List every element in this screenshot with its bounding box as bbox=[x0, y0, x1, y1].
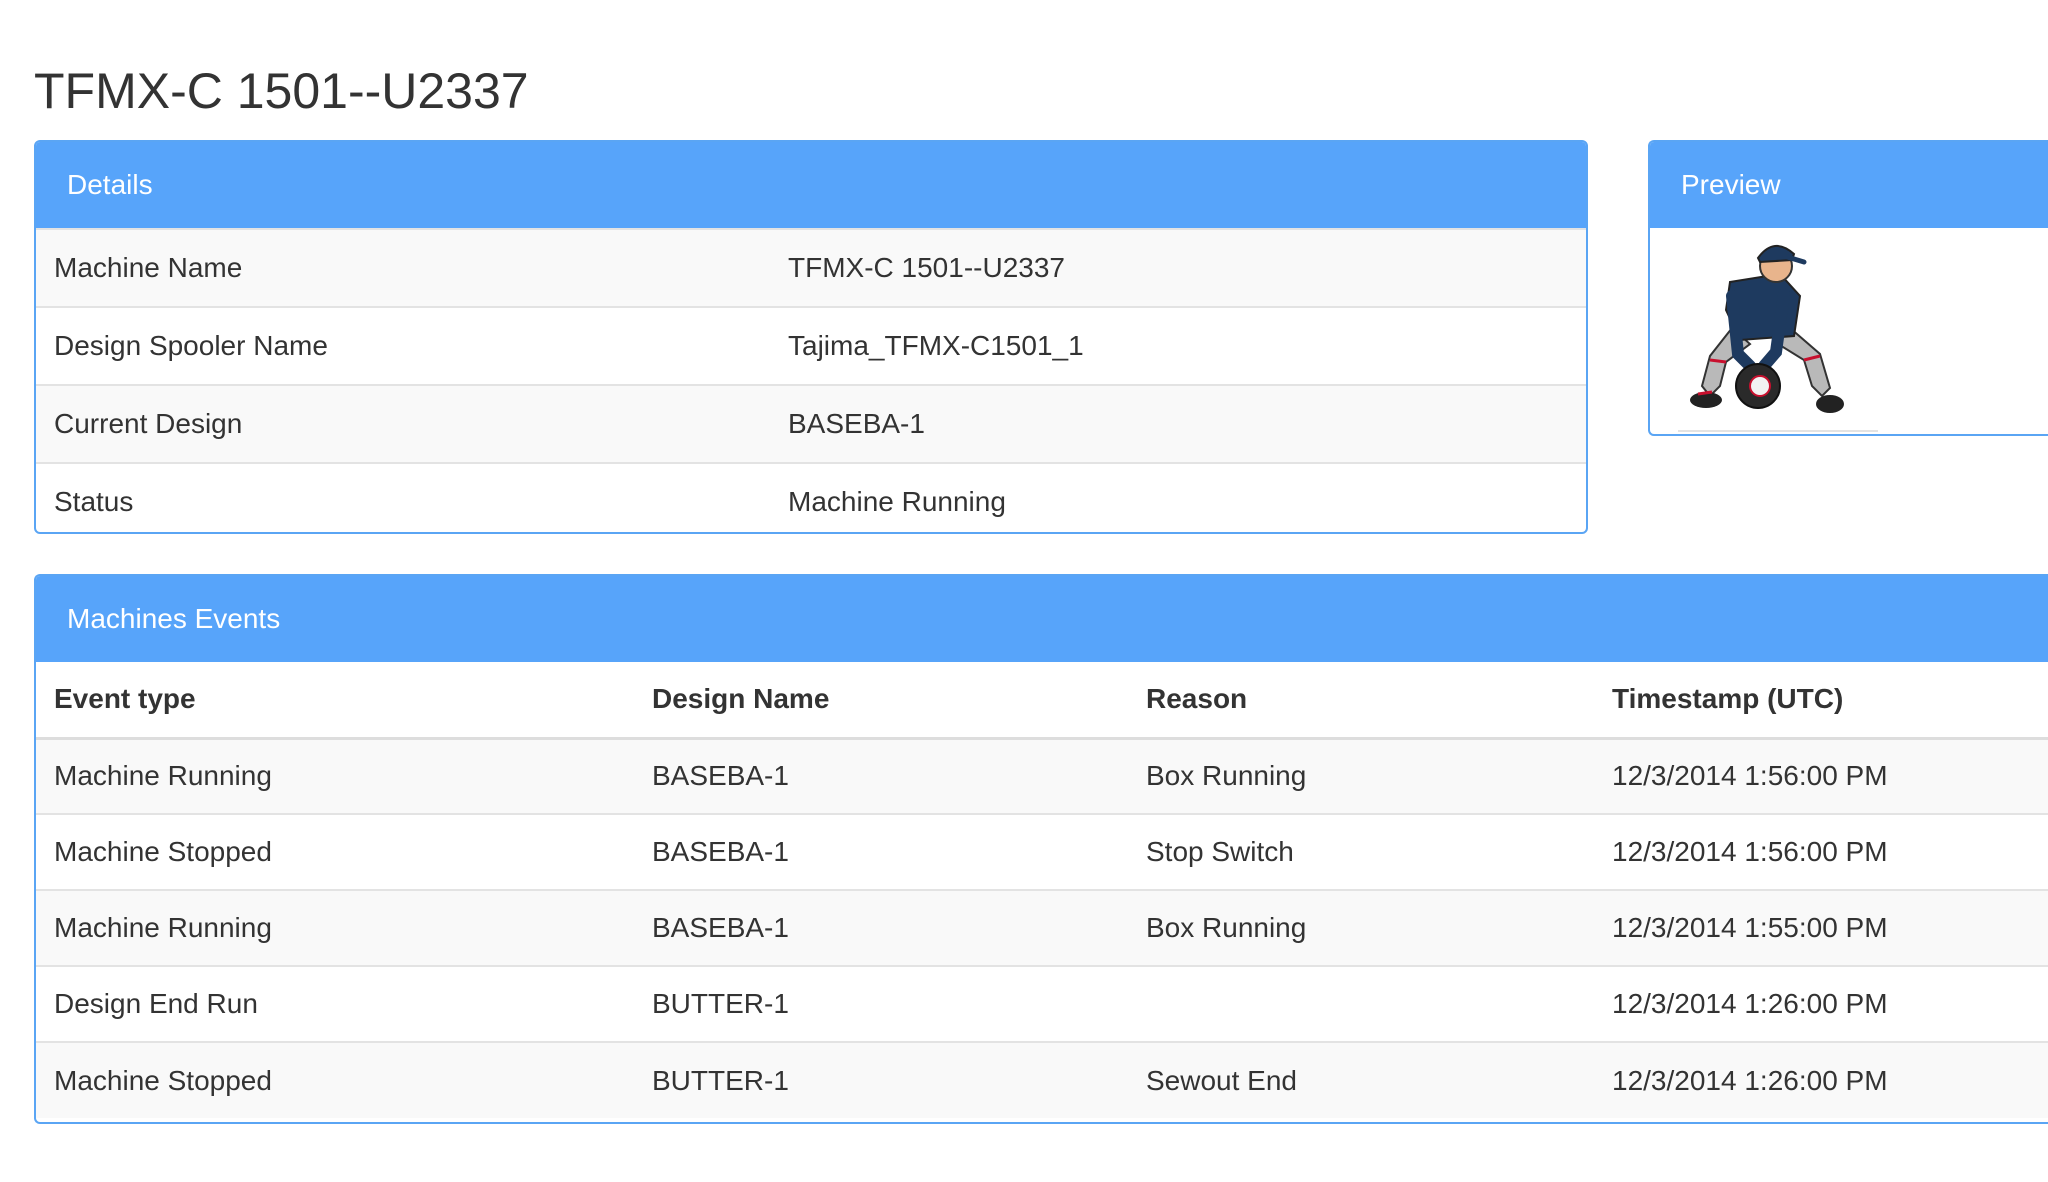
machine-events-panel: Machines Events Event type Design Name R… bbox=[34, 574, 2048, 1124]
table-row: Machine Stopped BUTTER-1 Sewout End 12/3… bbox=[36, 1041, 2048, 1118]
column-header-reason: Reason bbox=[1146, 662, 1612, 740]
event-type-cell: Machine Running bbox=[36, 889, 652, 966]
detail-value: Machine Running bbox=[788, 486, 1006, 517]
design-name-cell: BUTTER-1 bbox=[652, 1041, 1146, 1118]
design-name-cell: BASEBA-1 bbox=[652, 813, 1146, 890]
detail-label: Current Design bbox=[54, 408, 243, 439]
preview-panel: Preview bbox=[1648, 140, 2048, 436]
design-name-cell: BASEBA-1 bbox=[652, 889, 1146, 966]
timestamp-cell: 12/3/2014 1:26:00 PM bbox=[1612, 965, 2048, 1042]
timestamp-cell: 12/3/2014 1:56:00 PM bbox=[1612, 737, 2048, 814]
column-header-timestamp: Timestamp (UTC) bbox=[1612, 662, 2048, 740]
design-preview-image bbox=[1690, 245, 1844, 413]
detail-value: Tajima_TFMX-C1501_1 bbox=[788, 330, 1084, 361]
preview-divider bbox=[1678, 430, 1878, 432]
table-row: Machine Running BASEBA-1 Box Running 12/… bbox=[36, 889, 2048, 966]
detail-row-current-design: Current Design BASEBA-1 bbox=[36, 384, 1586, 462]
events-panel-heading: Machines Events bbox=[36, 576, 2048, 662]
table-row: Machine Running BASEBA-1 Box Running 12/… bbox=[36, 737, 2048, 814]
page-title: TFMX-C 1501--U2337 bbox=[34, 63, 529, 119]
reason-cell: Stop Switch bbox=[1146, 813, 1612, 890]
column-header-event-type: Event type bbox=[36, 662, 652, 740]
preview-panel-heading: Preview bbox=[1650, 142, 2048, 228]
reason-cell: Box Running bbox=[1146, 737, 1612, 814]
timestamp-cell: 12/3/2014 1:55:00 PM bbox=[1612, 889, 2048, 966]
detail-label: Design Spooler Name bbox=[54, 330, 328, 361]
detail-label: Machine Name bbox=[54, 252, 243, 283]
detail-row-machine-name: Machine Name TFMX-C 1501--U2337 bbox=[36, 228, 1586, 306]
table-row: Machine Stopped BASEBA-1 Stop Switch 12/… bbox=[36, 813, 2048, 890]
event-type-cell: Machine Stopped bbox=[36, 1041, 652, 1118]
detail-label: Status bbox=[54, 486, 134, 517]
column-header-design-name: Design Name bbox=[652, 662, 1146, 740]
event-type-cell: Machine Stopped bbox=[36, 813, 652, 890]
timestamp-cell: 12/3/2014 1:56:00 PM bbox=[1612, 813, 2048, 890]
detail-row-status: Status Machine Running bbox=[36, 462, 1586, 532]
event-type-cell: Machine Running bbox=[36, 737, 652, 814]
detail-value: TFMX-C 1501--U2337 bbox=[788, 252, 1065, 283]
table-row: Design End Run BUTTER-1 12/3/2014 1:26:0… bbox=[36, 965, 2048, 1042]
detail-value: BASEBA-1 bbox=[788, 408, 925, 439]
details-panel: Details Machine Name TFMX-C 1501--U2337 … bbox=[34, 140, 1588, 534]
timestamp-cell: 12/3/2014 1:26:00 PM bbox=[1612, 1041, 2048, 1118]
table-header-row: Event type Design Name Reason Timestamp … bbox=[36, 662, 2048, 740]
design-name-cell: BUTTER-1 bbox=[652, 965, 1146, 1042]
events-table: Event type Design Name Reason Timestamp … bbox=[36, 662, 2048, 1118]
detail-row-design-spooler-name: Design Spooler Name Tajima_TFMX-C1501_1 bbox=[36, 306, 1586, 384]
reason-cell: Box Running bbox=[1146, 889, 1612, 966]
reason-cell: Sewout End bbox=[1146, 1041, 1612, 1118]
design-name-cell: BASEBA-1 bbox=[652, 737, 1146, 814]
page: TFMX-C 1501--U2337 Details Machine Name … bbox=[0, 0, 2048, 1182]
event-type-cell: Design End Run bbox=[36, 965, 652, 1042]
reason-cell bbox=[1146, 965, 1612, 1042]
details-panel-heading: Details bbox=[36, 142, 1586, 228]
